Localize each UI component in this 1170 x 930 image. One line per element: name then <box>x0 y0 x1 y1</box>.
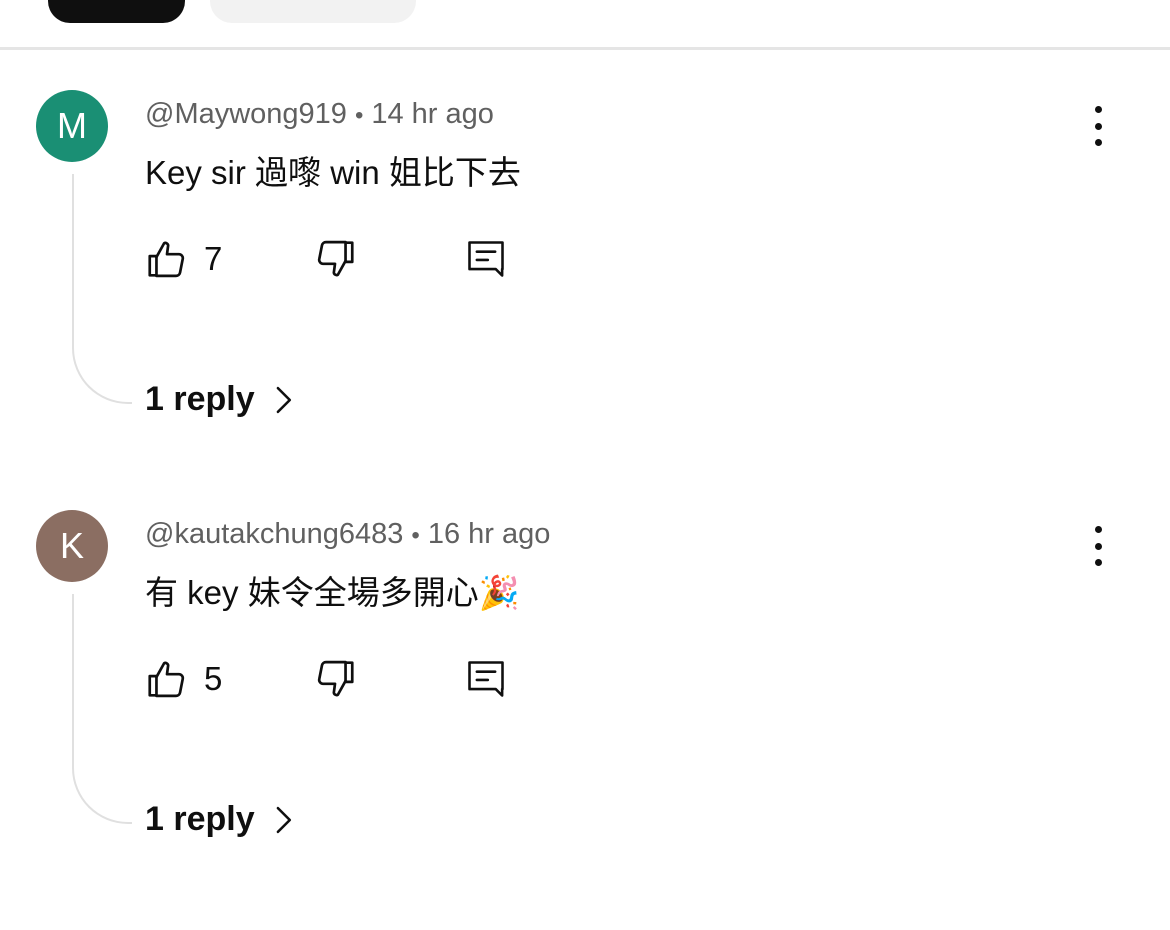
comment-reply-icon <box>468 661 504 697</box>
thumbs-up-icon <box>148 661 185 698</box>
replies-label: 1 reply <box>145 380 255 418</box>
chevron-right-icon <box>276 806 291 833</box>
dislike-button[interactable] <box>312 656 358 707</box>
like-count: 5 <box>204 660 223 697</box>
reply-button[interactable] <box>464 236 508 287</box>
like-button[interactable]: 5 <box>144 656 222 702</box>
comment-author[interactable]: @Maywong919 <box>145 98 347 130</box>
comment-author[interactable]: @kautakchung6483 <box>145 518 403 550</box>
avatar-letter: M <box>57 105 87 146</box>
view-replies-button[interactable]: 1 reply <box>145 380 295 419</box>
reply-button[interactable] <box>464 656 508 707</box>
comment-text: Key sir 過嚟 win 姐比下去 <box>145 154 521 191</box>
thread-connector-line <box>72 174 132 404</box>
comment-time: 14 hr ago <box>371 98 494 130</box>
view-replies-button[interactable]: 1 reply <box>145 800 295 839</box>
filter-chip-selected[interactable] <box>48 0 185 23</box>
more-vertical-icon[interactable] <box>1080 106 1116 146</box>
avatar-letter: K <box>59 525 84 566</box>
comment-text: 有 key 妹令全場多開心🎉 <box>145 574 520 611</box>
more-vertical-icon[interactable] <box>1080 526 1116 566</box>
meta-separator: • <box>354 102 364 129</box>
comment-meta: @kautakchung6483 • 16 hr ago <box>145 518 550 551</box>
comment-meta: @Maywong919 • 14 hr ago <box>145 98 494 131</box>
replies-label: 1 reply <box>145 800 255 838</box>
filter-chip[interactable] <box>210 0 416 23</box>
dislike-button[interactable] <box>312 236 358 287</box>
comment-reply-icon <box>468 241 504 277</box>
comment-time: 16 hr ago <box>427 518 551 550</box>
thumbs-down-icon <box>317 660 354 697</box>
comment-actions: 5 <box>0 656 600 706</box>
divider <box>0 47 1170 50</box>
chevron-right-icon <box>276 386 291 413</box>
like-button[interactable]: 7 <box>144 236 222 282</box>
thumbs-up-icon <box>148 241 185 278</box>
like-count: 7 <box>204 240 223 277</box>
avatar[interactable]: K <box>36 510 108 582</box>
thumbs-down-icon <box>317 240 354 277</box>
comment-item: K @kautakchung6483 • 16 hr ago 有 key 妹令全場多… <box>0 510 1170 930</box>
thread-connector-line <box>72 594 132 824</box>
comment-item: M @Maywong919 • 14 hr ago Key sir 過嚟 win 姐… <box>0 90 1170 510</box>
comment-actions: 7 <box>0 236 600 286</box>
avatar[interactable]: M <box>36 90 108 162</box>
meta-separator: • <box>411 522 420 549</box>
